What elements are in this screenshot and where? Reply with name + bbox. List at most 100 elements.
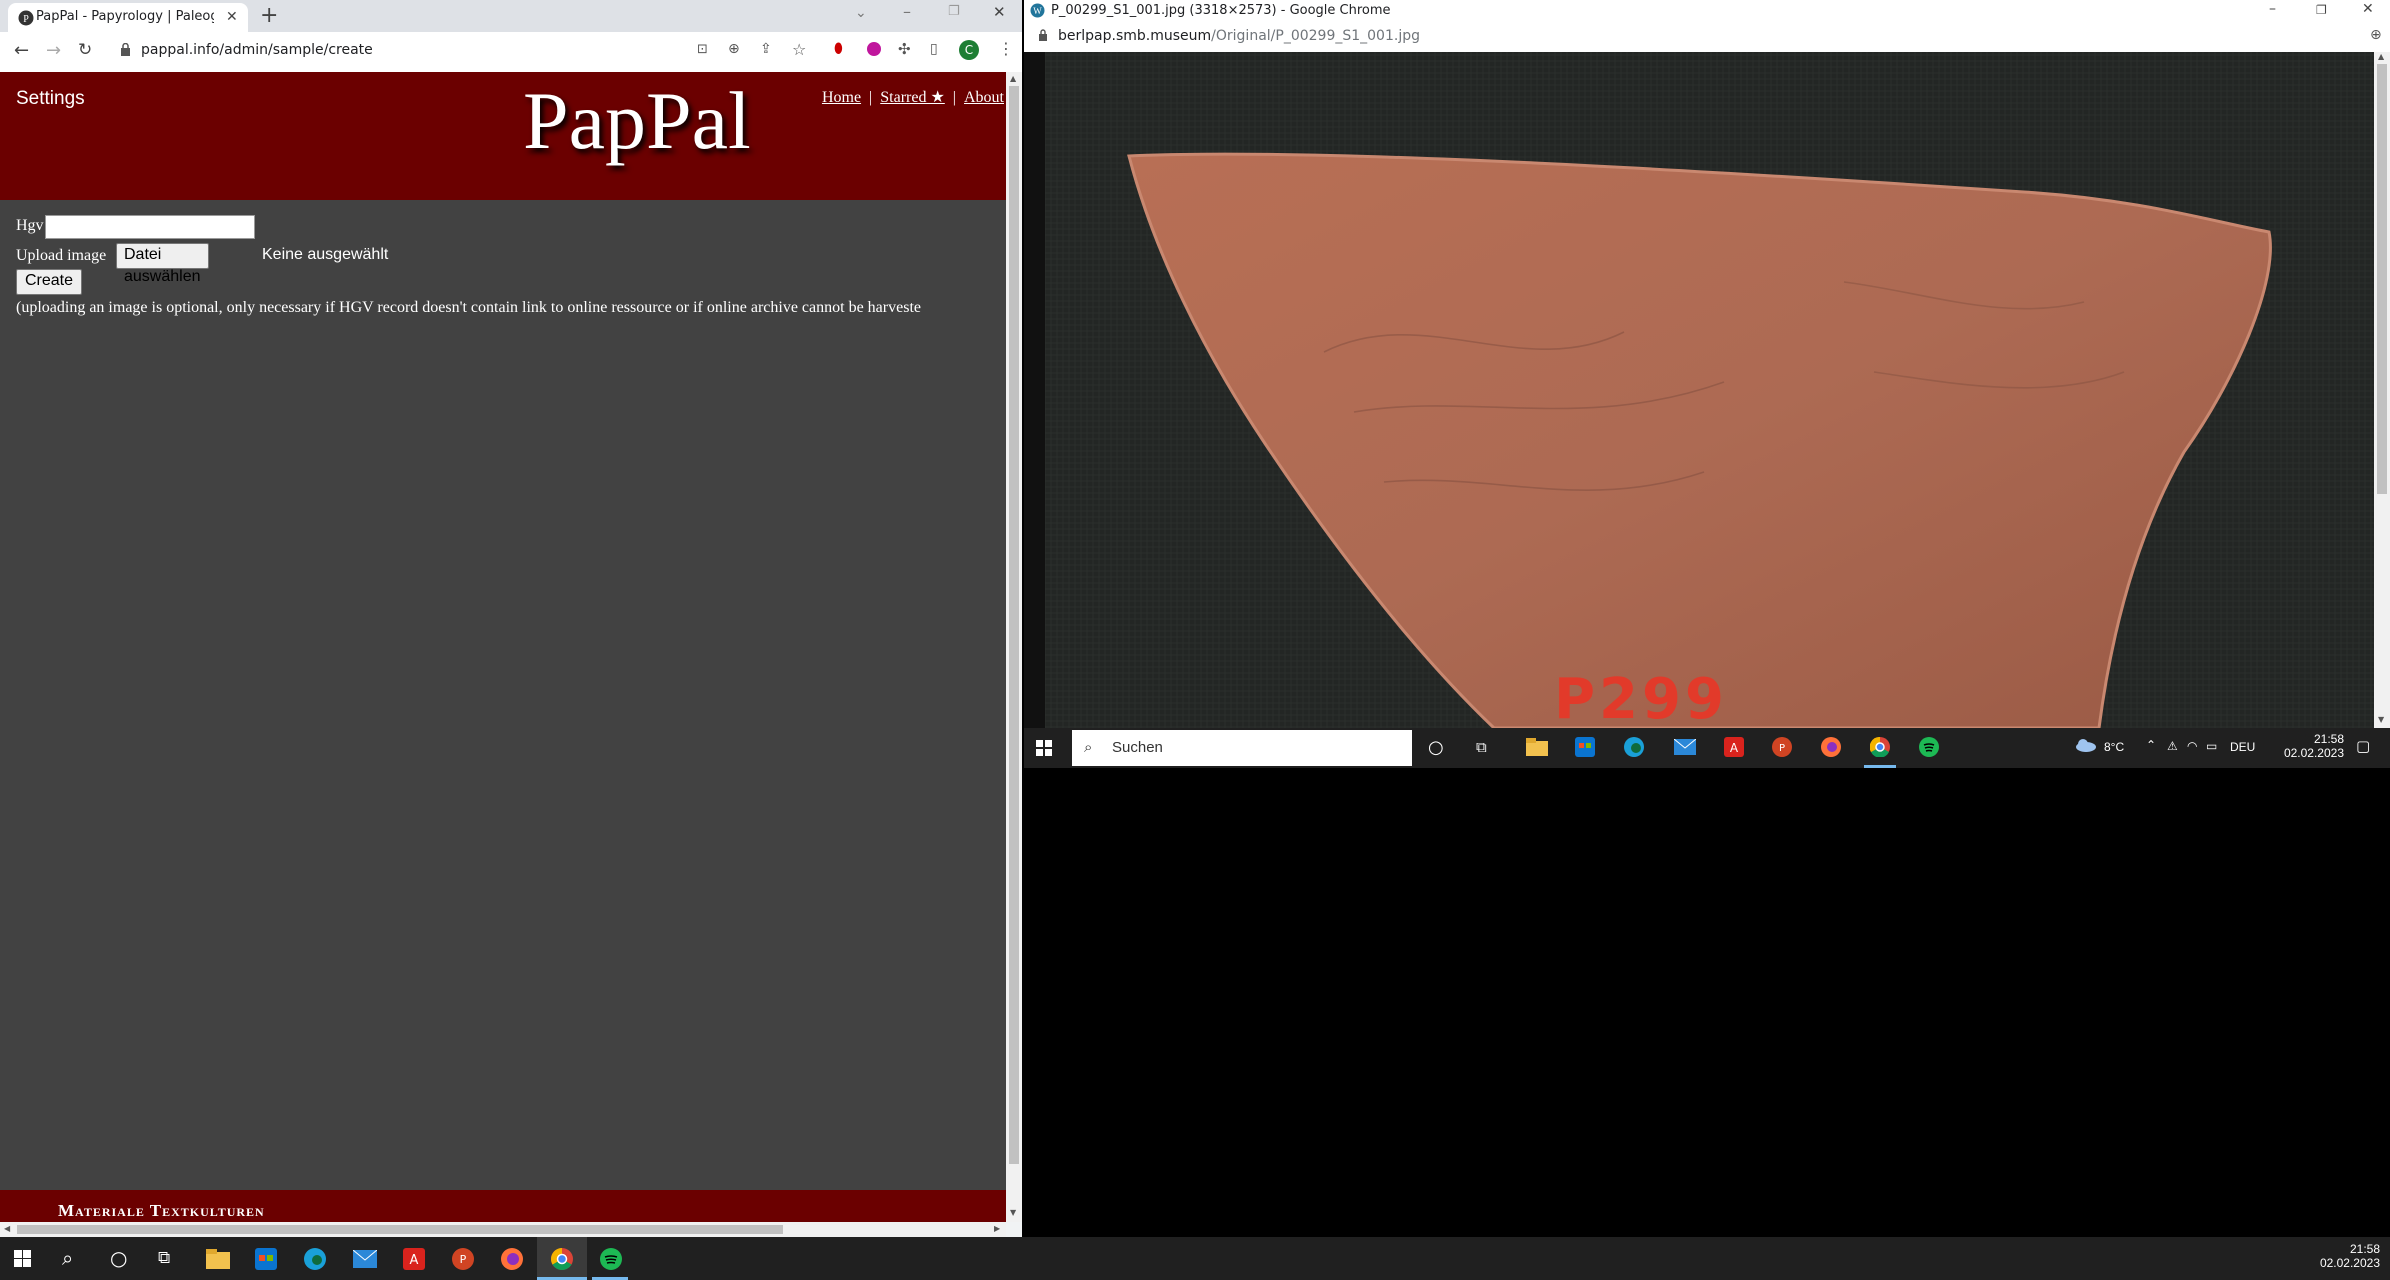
- svg-text:A: A: [410, 1253, 419, 1268]
- right-address-bar: berlpap.smb.museum/Original/P_00299_S1_0…: [1024, 22, 2390, 53]
- minimize-icon[interactable]: –: [2269, 1, 2276, 17]
- nav-about-link[interactable]: About: [964, 89, 1004, 106]
- spotify-icon[interactable]: [1919, 737, 1939, 757]
- image-viewport: P299: [1024, 52, 2374, 728]
- minimize-icon[interactable]: –: [903, 2, 911, 21]
- settings-link[interactable]: Settings: [16, 88, 85, 110]
- profile-avatar[interactable]: C: [958, 39, 980, 61]
- scroll-down-icon[interactable]: ▼: [2378, 715, 2384, 724]
- zoom-icon[interactable]: ⊕: [2370, 27, 2382, 43]
- right-url[interactable]: berlpap.smb.museum/Original/P_00299_S1_0…: [1058, 28, 1420, 44]
- nav-starred-link[interactable]: Starred ★: [880, 89, 945, 106]
- vertical-scroll-thumb[interactable]: [1009, 86, 1019, 1164]
- chrome-icon[interactable]: [551, 1248, 573, 1270]
- powerpoint-icon[interactable]: P: [1772, 737, 1792, 757]
- tab-pappal[interactable]: P PapPal - Papyrology | Paleograph ✕: [8, 3, 248, 32]
- battery-icon[interactable]: ▭: [2206, 739, 2217, 753]
- search-icon[interactable]: ⌕: [62, 1246, 73, 1270]
- acrobat-icon[interactable]: A: [403, 1248, 425, 1270]
- zoom-icon[interactable]: ⊕: [728, 41, 740, 57]
- tray-chevron-icon[interactable]: ⌃: [2146, 738, 2156, 752]
- site-footer: Materiale Textkulturen: [0, 1190, 1006, 1222]
- footer-text[interactable]: Materiale Textkulturen: [58, 1201, 265, 1221]
- right-window-title: P_00299_S1_001.jpg (3318×2573) - Google …: [1051, 3, 1391, 18]
- back-icon[interactable]: ←: [14, 40, 29, 61]
- tab-search-icon[interactable]: ⌄: [855, 5, 867, 21]
- share-icon[interactable]: ⇪: [760, 41, 772, 57]
- ostracon-image[interactable]: [1024, 52, 2374, 728]
- network-icon[interactable]: ⚠: [2167, 739, 2178, 753]
- notification-icon[interactable]: ▢: [2356, 737, 2370, 755]
- spotify-icon[interactable]: [600, 1248, 622, 1270]
- acrobat-icon[interactable]: A: [1724, 737, 1744, 757]
- edge-icon[interactable]: [1624, 737, 1644, 757]
- reload-icon[interactable]: ↻: [78, 40, 92, 60]
- mail-icon[interactable]: [353, 1250, 377, 1268]
- hgv-label: Hgv: [16, 217, 44, 234]
- cortana-icon[interactable]: ○: [1428, 737, 1444, 758]
- firefox-icon[interactable]: [501, 1248, 523, 1270]
- edge-icon[interactable]: [304, 1248, 326, 1270]
- bookmark-star-icon[interactable]: ☆: [792, 40, 806, 59]
- firefox-icon[interactable]: [1821, 737, 1841, 757]
- wifi-icon[interactable]: ◠: [2187, 739, 2197, 753]
- choose-file-button[interactable]: Datei auswählen: [116, 243, 209, 285]
- chrome-active-indicator: [1864, 765, 1896, 768]
- side-panel-icon[interactable]: ▯: [930, 41, 938, 57]
- horizontal-scroll-thumb[interactable]: [17, 1225, 783, 1234]
- nav-home-link[interactable]: Home: [822, 89, 861, 106]
- translate-icon[interactable]: ⊡: [697, 42, 708, 57]
- clock-time: 21:58: [2349, 1242, 2380, 1256]
- vertical-scrollbar[interactable]: ▲ ▼: [1006, 72, 1022, 1222]
- right-clock[interactable]: 21:58 02.02.2023: [2264, 732, 2344, 760]
- task-view-icon[interactable]: ⧉: [1476, 738, 1487, 756]
- pappal-favicon-icon: P: [18, 10, 34, 26]
- weather-temp[interactable]: 8°C: [2104, 740, 2124, 754]
- site-logo[interactable]: PapPal: [523, 74, 751, 168]
- scroll-right-icon[interactable]: ▶: [994, 1224, 1000, 1233]
- right-title-bar: W P_00299_S1_001.jpg (3318×2573) - Googl…: [1024, 0, 2390, 22]
- windows-start-icon[interactable]: [14, 1250, 31, 1267]
- url-text[interactable]: pappal.info/admin/sample/create: [141, 42, 373, 58]
- restore-icon[interactable]: ❐: [2316, 3, 2327, 17]
- upload-image-label: Upload image: [16, 247, 107, 264]
- extensions-puzzle-icon[interactable]: ✣: [898, 40, 911, 58]
- right-scroll-thumb[interactable]: [2377, 64, 2387, 494]
- scroll-up-icon[interactable]: ▲: [2378, 52, 2384, 61]
- windows-start-icon[interactable]: [1036, 740, 1052, 756]
- scroll-up-icon[interactable]: ▲: [1010, 74, 1016, 83]
- extension-red-icon[interactable]: ⬮: [834, 41, 843, 57]
- scroll-down-icon[interactable]: ▼: [1010, 1208, 1016, 1217]
- forward-icon[interactable]: →: [46, 40, 61, 61]
- hgv-input[interactable]: [45, 215, 255, 239]
- task-view-icon[interactable]: ⧉: [158, 1248, 170, 1268]
- new-tab-icon[interactable]: +: [260, 3, 278, 28]
- lock-icon[interactable]: [120, 43, 131, 56]
- store-icon[interactable]: [1575, 737, 1595, 757]
- weather-icon[interactable]: [2074, 738, 2096, 752]
- extension-purple-icon[interactable]: [866, 41, 882, 57]
- right-vertical-scrollbar[interactable]: ▲ ▼: [2374, 52, 2390, 728]
- main-clock[interactable]: 21:58 02.02.2023: [2290, 1242, 2380, 1270]
- chrome-icon[interactable]: [1870, 737, 1890, 757]
- powerpoint-icon[interactable]: P: [452, 1248, 474, 1270]
- left-browser-window: P PapPal - Papyrology | Paleograph ✕ + ⌄…: [0, 0, 1022, 1237]
- file-explorer-icon[interactable]: [206, 1249, 230, 1269]
- close-window-icon[interactable]: ✕: [993, 3, 1006, 21]
- restore-icon[interactable]: ❐: [948, 4, 960, 19]
- file-explorer-icon[interactable]: [1526, 738, 1548, 756]
- close-tab-icon[interactable]: ✕: [226, 9, 238, 25]
- mail-icon[interactable]: [1674, 739, 1696, 755]
- menu-kebab-icon[interactable]: ⋮: [998, 39, 1014, 58]
- language-indicator[interactable]: DEU: [2230, 740, 2255, 754]
- store-icon[interactable]: [255, 1248, 277, 1270]
- svg-text:P: P: [1779, 743, 1785, 754]
- site-header: Settings PapPal Home | Starred ★ | About: [0, 72, 1006, 200]
- horizontal-scrollbar[interactable]: ◀ ▶: [0, 1222, 1006, 1237]
- taskbar-search-box[interactable]: ⌕ Suchen: [1072, 730, 1412, 766]
- cortana-icon[interactable]: ○: [110, 1246, 127, 1270]
- lock-icon[interactable]: [1038, 29, 1048, 41]
- scroll-left-icon[interactable]: ◀: [4, 1224, 10, 1233]
- create-button[interactable]: Create: [16, 269, 83, 295]
- close-window-icon[interactable]: ✕: [2362, 1, 2374, 17]
